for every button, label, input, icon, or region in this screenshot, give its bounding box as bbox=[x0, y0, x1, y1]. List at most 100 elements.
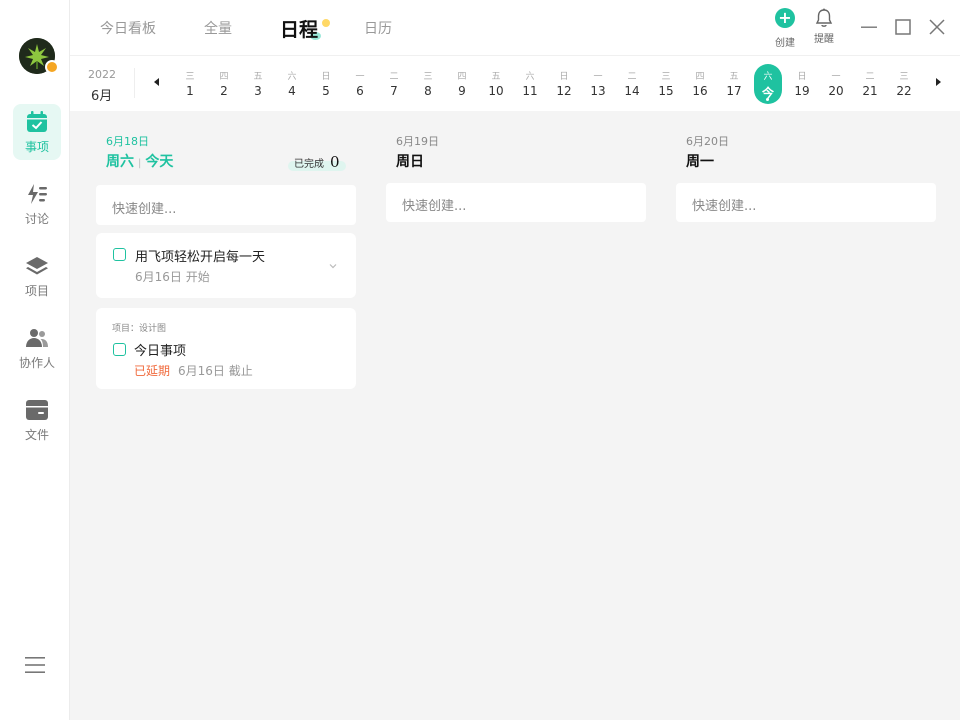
day-weekday: 六 bbox=[287, 72, 297, 82]
day-number: 7 bbox=[390, 84, 398, 98]
day-cell[interactable]: 日 12 bbox=[550, 64, 578, 104]
day-weekday: 一 bbox=[831, 72, 841, 82]
day-cell-today[interactable]: 六今 bbox=[754, 64, 782, 104]
sidebar-item-label: 协作人 bbox=[18, 355, 55, 370]
day-cell[interactable]: 一6 bbox=[346, 64, 374, 104]
tab-today-board[interactable]: 今日看板 bbox=[100, 18, 156, 38]
sidebar-item-files[interactable]: 文件 bbox=[13, 392, 61, 448]
tab-schedule[interactable]: 日程 bbox=[280, 15, 318, 42]
day-cell[interactable]: 日5 bbox=[312, 64, 340, 104]
sidebar-item-projects[interactable]: 项目 bbox=[13, 248, 61, 304]
tab-notification-dot bbox=[322, 19, 330, 27]
day-weekday: 三 bbox=[661, 72, 671, 82]
day-cell[interactable]: 二 21 bbox=[856, 64, 884, 104]
discussion-icon bbox=[28, 183, 47, 204]
quick-create-input[interactable]: 快速创建... bbox=[386, 183, 646, 222]
tab-calendar[interactable]: 日历 bbox=[364, 18, 392, 38]
day-cell[interactable]: 二 14 bbox=[618, 64, 646, 104]
sidebar-item-collaborators[interactable]: 协作人 bbox=[13, 320, 61, 376]
day-cell[interactable]: 二7 bbox=[380, 64, 408, 104]
day-cell[interactable]: 四2 bbox=[210, 64, 238, 104]
calendar-check-icon bbox=[27, 110, 47, 132]
today-text: 今天 bbox=[145, 154, 174, 170]
quick-create-input[interactable]: 快速创建... bbox=[676, 183, 936, 222]
day-weekday: 二 bbox=[865, 72, 875, 82]
task-meta: 6月16日 开始 bbox=[135, 270, 210, 284]
sidebar-item-label: 讨论 bbox=[24, 211, 49, 226]
day-number: 11 bbox=[522, 84, 538, 98]
hamburger-menu-icon[interactable] bbox=[25, 656, 45, 674]
column-weekday: 周日 bbox=[396, 154, 424, 170]
sidebar-item-label: 文件 bbox=[24, 427, 49, 442]
day-weekday: 四 bbox=[219, 72, 229, 82]
sidebar-item-label: 项目 bbox=[24, 283, 49, 298]
column-date: 6月18日 bbox=[106, 135, 149, 148]
remind-label: 提醒 bbox=[814, 34, 834, 45]
task-checkbox[interactable] bbox=[113, 248, 126, 261]
day-weekday: 二 bbox=[627, 72, 637, 82]
day-weekday: 四 bbox=[457, 72, 467, 82]
chevron-down-icon[interactable] bbox=[328, 261, 338, 271]
prev-week-icon[interactable] bbox=[154, 78, 159, 86]
tab-all[interactable]: 全量 bbox=[204, 18, 232, 38]
day-number: 5 bbox=[322, 84, 330, 98]
task-card[interactable]: 项目：设计图 今日事项 已延期 6月16日 截止 bbox=[96, 308, 356, 389]
task-meta: 6月16日 截止 bbox=[178, 364, 253, 378]
day-number: 21 bbox=[862, 84, 878, 98]
day-number: 20 bbox=[828, 84, 844, 98]
sidebar-item-discussion[interactable]: 讨论 bbox=[13, 176, 61, 232]
task-card[interactable]: 用飞项轻松开启每一天 6月16日 开始 bbox=[96, 233, 356, 298]
day-weekday: 日 bbox=[559, 72, 569, 82]
task-meta-row: 已延期 6月16日 截止 bbox=[134, 362, 253, 379]
day-number: 12 bbox=[556, 84, 572, 98]
task-title: 今日事项 bbox=[134, 344, 187, 359]
day-cell[interactable]: 三 22 bbox=[890, 64, 918, 104]
column-date: 6月20日 bbox=[686, 135, 729, 148]
task-title: 用飞项轻松开启每一天 bbox=[135, 250, 266, 265]
done-count: 0 bbox=[330, 153, 340, 171]
day-cell[interactable]: 六 11 bbox=[516, 64, 544, 104]
next-week-icon[interactable] bbox=[936, 78, 941, 86]
day-cell[interactable]: 四 16 bbox=[686, 64, 714, 104]
day-cell[interactable]: 三 15 bbox=[652, 64, 680, 104]
day-weekday: 三 bbox=[899, 72, 909, 82]
project-layers-icon bbox=[26, 256, 48, 274]
day-number: 22 bbox=[896, 84, 912, 98]
day-cell[interactable]: 一 13 bbox=[584, 64, 612, 104]
sidebar: 事项 讨论 项目 协作人 文件 bbox=[0, 0, 70, 720]
task-checkbox[interactable] bbox=[113, 343, 126, 356]
remind-button[interactable]: 提醒 bbox=[812, 8, 836, 45]
day-cell[interactable]: 日 19 bbox=[788, 64, 816, 104]
day-weekday: 日 bbox=[797, 72, 807, 82]
day-cell[interactable]: 五3 bbox=[244, 64, 272, 104]
done-count-badge: 已完成 0 bbox=[288, 153, 346, 171]
close-icon[interactable] bbox=[928, 18, 946, 36]
day-cell[interactable]: 三1 bbox=[176, 64, 204, 104]
day-number: 4 bbox=[288, 84, 296, 98]
create-button[interactable]: + 创建 bbox=[773, 8, 797, 49]
maximize-icon[interactable] bbox=[894, 18, 912, 36]
day-number: 9 bbox=[458, 84, 466, 98]
quick-create-input[interactable]: 快速创建... bbox=[96, 185, 356, 225]
day-number: 1 bbox=[186, 84, 194, 98]
done-label: 已完成 bbox=[294, 158, 324, 170]
month-label[interactable]: 6月 bbox=[91, 85, 112, 104]
day-cell[interactable]: 一 20 bbox=[822, 64, 850, 104]
day-weekday: 三 bbox=[423, 72, 433, 82]
day-cell[interactable]: 四9 bbox=[448, 64, 476, 104]
column-weekday: 周一 bbox=[686, 154, 714, 170]
today-dot bbox=[766, 98, 769, 101]
minimize-icon[interactable] bbox=[860, 18, 878, 36]
day-number: 14 bbox=[624, 84, 640, 98]
day-cell[interactable]: 六4 bbox=[278, 64, 306, 104]
separator: | bbox=[138, 158, 142, 169]
plus-icon: + bbox=[775, 8, 795, 28]
sidebar-item-tasks[interactable]: 事项 bbox=[13, 104, 61, 160]
day-number: 6 bbox=[356, 84, 364, 98]
day-cell[interactable]: 五 10 bbox=[482, 64, 510, 104]
day-cell[interactable]: 三8 bbox=[414, 64, 442, 104]
day-number: 17 bbox=[726, 84, 742, 98]
avatar[interactable] bbox=[19, 38, 59, 74]
day-cell[interactable]: 五 17 bbox=[720, 64, 748, 104]
day-number: 8 bbox=[424, 84, 432, 98]
